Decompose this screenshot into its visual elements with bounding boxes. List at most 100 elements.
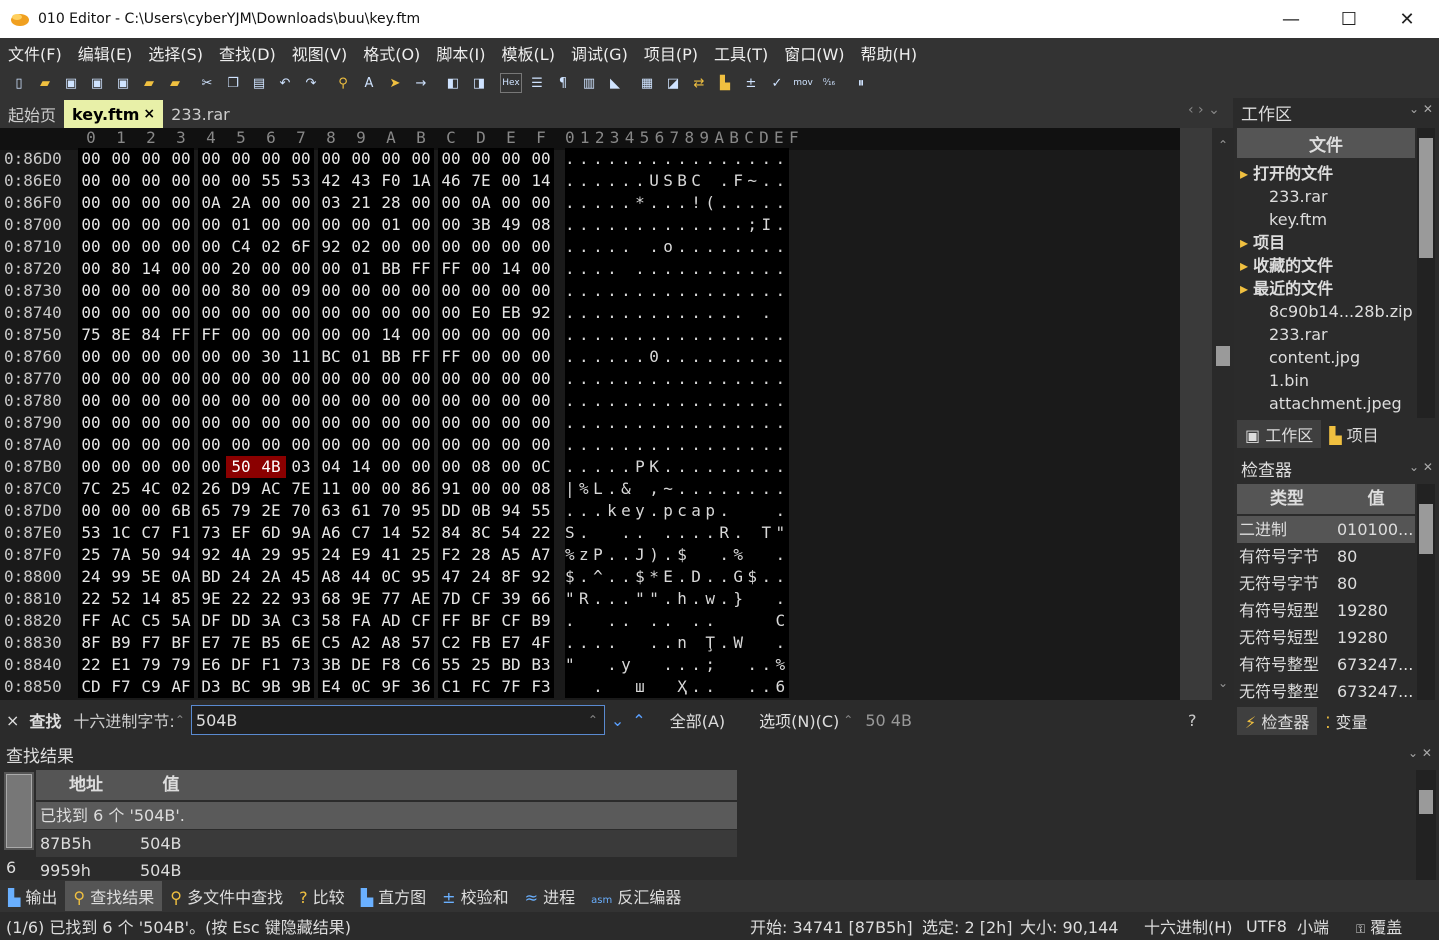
hex-byte[interactable]: 4F [526, 632, 556, 654]
hex-byte[interactable]: 8F [76, 632, 106, 654]
find-input[interactable]: 504B ⌃ [190, 705, 605, 735]
hex-byte[interactable]: 00 [466, 148, 496, 170]
hex-byte[interactable]: BD [196, 566, 226, 588]
tree-favorites[interactable]: ▸ 收藏的文件 [1240, 254, 1418, 277]
hex-byte[interactable]: 22 [76, 654, 106, 676]
hex-byte[interactable]: 22 [526, 522, 556, 544]
ascii-text[interactable]: |%L.& ,~........ [565, 478, 789, 500]
hex-byte[interactable]: 95 [286, 544, 316, 566]
scroll-down-icon[interactable]: ⌄ [1218, 676, 1228, 690]
hex-byte[interactable]: 47 [436, 566, 466, 588]
tab-233-rar[interactable]: 233.rar [163, 100, 238, 128]
hex-byte[interactable]: 00 [106, 390, 136, 412]
hex-byte[interactable]: 25 [106, 478, 136, 500]
hex-byte[interactable]: CF [466, 588, 496, 610]
hex-row[interactable]: 0:86D0 00 00 00 00 00 00 00 00 00 00 00 00 00 00 00 00..… [0, 148, 1180, 170]
hex-byte[interactable]: 58 [316, 610, 346, 632]
tree-recent-file[interactable]: 233.rar [1240, 323, 1418, 346]
hex-byte[interactable]: 00 [136, 170, 166, 192]
table-row[interactable]: 9959h 504B [36, 858, 737, 880]
hex-byte[interactable]: 00 [196, 434, 226, 456]
columns-icon[interactable]: ▥ [578, 73, 600, 93]
hex-row[interactable]: 0:8780 00 00 00 00 00 00 00 00 00 00 00 00 00 00 00 00..… [0, 390, 1180, 412]
hex-byte[interactable]: 00 [166, 412, 196, 434]
hex-byte[interactable]: 6F [286, 236, 316, 258]
hex-byte[interactable]: BD [496, 654, 526, 676]
hex-row[interactable]: 0:8810 22 52 14 85 9E 22 22 93 68 9E 77 AE 7D CF 39 66 "R… [0, 588, 1180, 610]
hex-byte[interactable]: 94 [166, 544, 196, 566]
hex-byte[interactable]: AC [256, 478, 286, 500]
menu-select[interactable]: 选择(S) [140, 41, 211, 65]
hex-byte[interactable]: 00 [76, 500, 106, 522]
hex-byte[interactable]: 00 [376, 302, 406, 324]
hex-byte[interactable]: 00 [466, 434, 496, 456]
hex-byte[interactable]: 30 [256, 346, 286, 368]
menu-debug[interactable]: 调试(G) [563, 41, 636, 65]
hex-byte[interactable]: 5E [136, 566, 166, 588]
hex-byte[interactable]: 00 [466, 258, 496, 280]
hex-byte[interactable]: 00 [136, 192, 166, 214]
hex-byte[interactable]: 00 [496, 148, 526, 170]
hex-byte[interactable]: 84 [136, 324, 166, 346]
hex-byte[interactable]: 14 [526, 170, 556, 192]
hex-byte[interactable]: 00 [166, 236, 196, 258]
hex-byte[interactable]: 00 [436, 368, 466, 390]
menu-format[interactable]: 格式(O) [355, 41, 428, 65]
hex-byte[interactable]: A8 [376, 632, 406, 654]
hex-byte[interactable]: 14 [496, 258, 526, 280]
hex-byte[interactable]: 0A [466, 192, 496, 214]
hex-byte[interactable]: 00 [496, 192, 526, 214]
hex-byte[interactable]: 92 [526, 566, 556, 588]
hex-byte[interactable]: 14 [136, 588, 166, 610]
hex-row[interactable]: 0:87B0 00 00 00 00 00 50 4B 03 04 14 00 00 00 08 00 0C..… [0, 456, 1180, 478]
results-gutter-thumb[interactable] [6, 774, 32, 848]
show-whitespace-icon[interactable]: ¶ [552, 73, 574, 93]
hex-byte[interactable]: DF [226, 654, 256, 676]
hex-byte[interactable]: 25 [406, 544, 436, 566]
hex-byte[interactable]: E7 [196, 632, 226, 654]
find-prev-arrow-icon[interactable]: ⌃ [632, 711, 645, 730]
hex-byte[interactable]: 00 [166, 258, 196, 280]
hex-row[interactable]: 0:8770 00 00 00 00 00 00 00 00 00 00 00 00 00 00 00 00..… [0, 368, 1180, 390]
file-map-overview[interactable] [1180, 128, 1212, 700]
hex-byte[interactable]: 09 [286, 280, 316, 302]
menu-template[interactable]: 模板(L) [494, 41, 563, 65]
hex-byte[interactable]: 00 [106, 148, 136, 170]
hex-byte[interactable]: 28 [466, 544, 496, 566]
hex-byte[interactable]: AD [376, 610, 406, 632]
hex-byte[interactable]: 8E [106, 324, 136, 346]
hex-byte[interactable]: 00 [76, 346, 106, 368]
hex-byte[interactable]: 9F [376, 676, 406, 698]
hex-byte[interactable]: 00 [256, 390, 286, 412]
menu-help[interactable]: 帮助(H) [853, 41, 926, 65]
hex-byte[interactable]: 00 [346, 214, 376, 236]
hex-byte[interactable]: E6 [196, 654, 226, 676]
inspector-row[interactable]: 有符号短型 19280 [1237, 597, 1415, 624]
hex-byte[interactable]: 50 [226, 456, 256, 478]
hex-byte[interactable]: 46 [436, 170, 466, 192]
hex-byte[interactable]: 3B [316, 654, 346, 676]
hex-byte[interactable]: 00 [106, 412, 136, 434]
hex-byte[interactable]: 00 [346, 434, 376, 456]
hex-byte[interactable]: 00 [166, 346, 196, 368]
swap-icon[interactable]: ⇄ [688, 73, 710, 93]
hex-byte[interactable]: 0C [376, 566, 406, 588]
hex-byte[interactable]: DD [436, 500, 466, 522]
hex-byte[interactable]: 00 [316, 214, 346, 236]
hex-byte[interactable]: 0B [466, 500, 496, 522]
hex-row[interactable]: 0:8830 8F B9 F7 BF E7 7E B5 6E C5 A2 A8 57 C2 FB E7 4F..… [0, 632, 1180, 654]
bookmark-next-icon[interactable]: ◨ [468, 73, 490, 93]
hex-byte[interactable]: 70 [286, 500, 316, 522]
hex-byte[interactable]: BC [226, 676, 256, 698]
hex-byte[interactable]: 00 [196, 390, 226, 412]
hex-byte[interactable]: 84 [436, 522, 466, 544]
hex-row[interactable]: 0:8790 00 00 00 00 00 00 00 00 00 00 00 00 00 00 00 00..… [0, 412, 1180, 434]
hex-byte[interactable]: 00 [436, 412, 466, 434]
hex-byte[interactable]: 00 [436, 324, 466, 346]
ascii-text[interactable]: ................ [565, 390, 789, 412]
hex-byte[interactable]: 44 [346, 566, 376, 588]
hex-row[interactable]: 0:8760 00 00 00 00 00 00 30 11 BC 01 BB FF FF 00 00 00..… [0, 346, 1180, 368]
hex-byte[interactable]: F1 [256, 654, 286, 676]
hex-byte[interactable]: 00 [376, 280, 406, 302]
tree-recent-file[interactable]: 8c90b14...28b.zip [1240, 300, 1418, 323]
